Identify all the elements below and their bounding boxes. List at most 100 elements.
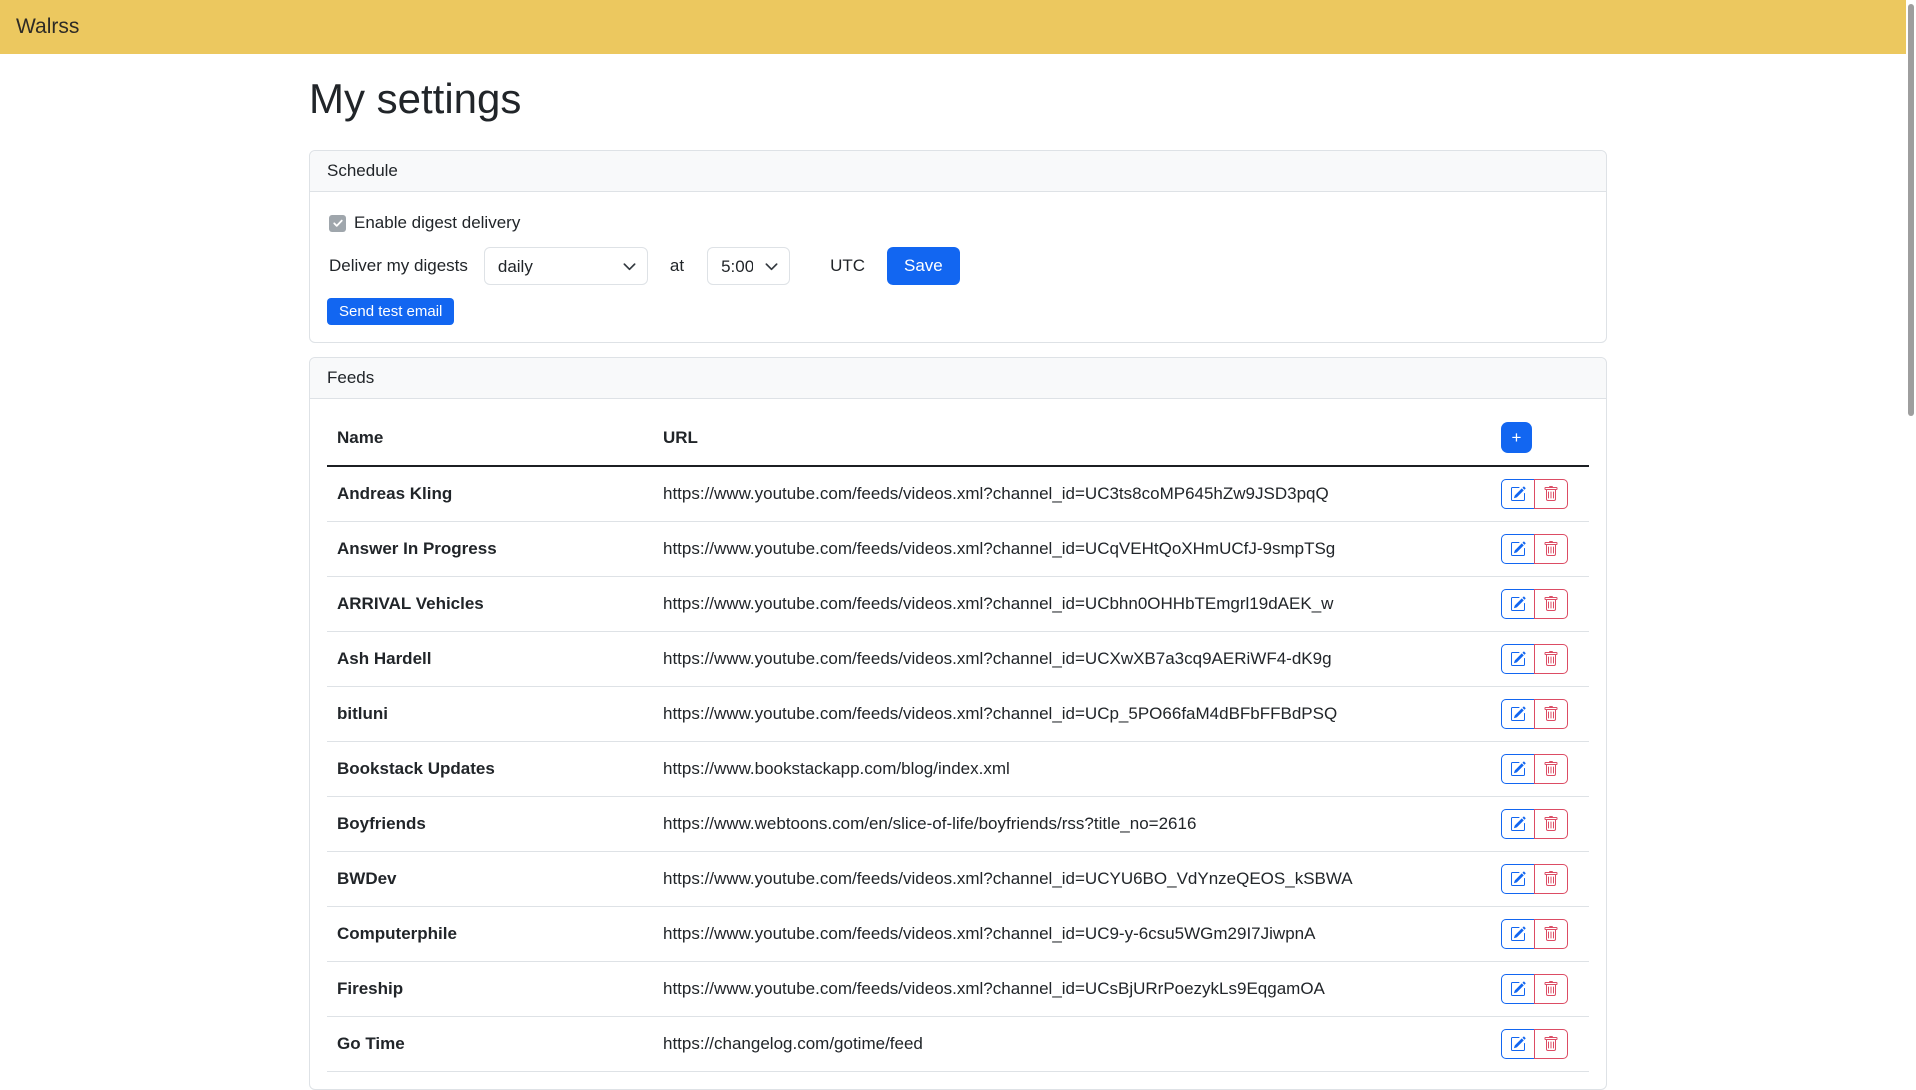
feed-url: https://www.bookstackapp.com/blog/index.… bbox=[653, 742, 1491, 797]
feed-row: Ash Hardell https://www.youtube.com/feed… bbox=[327, 632, 1589, 687]
at-label: at bbox=[670, 256, 684, 276]
trash-icon bbox=[1543, 541, 1559, 557]
feed-name: Bookstack Updates bbox=[327, 742, 653, 797]
feed-name: Boyfriends bbox=[327, 797, 653, 852]
feed-url: https://www.youtube.com/feeds/videos.xml… bbox=[653, 632, 1491, 687]
feed-name: Andreas Kling bbox=[327, 466, 653, 522]
trash-icon bbox=[1543, 926, 1559, 942]
edit-feed-button[interactable] bbox=[1501, 644, 1535, 674]
frequency-select-wrap: daily bbox=[484, 247, 648, 285]
feed-row-actions bbox=[1501, 864, 1579, 894]
pencil-square-icon bbox=[1510, 1036, 1526, 1052]
delete-feed-button[interactable] bbox=[1534, 644, 1568, 674]
pencil-square-icon bbox=[1510, 486, 1526, 502]
delete-feed-button[interactable] bbox=[1534, 809, 1568, 839]
edit-feed-button[interactable] bbox=[1501, 534, 1535, 564]
delete-feed-button[interactable] bbox=[1534, 699, 1568, 729]
feed-row: bitluni https://www.youtube.com/feeds/vi… bbox=[327, 687, 1589, 742]
trash-icon bbox=[1543, 1036, 1559, 1052]
delete-feed-button[interactable] bbox=[1534, 534, 1568, 564]
pencil-square-icon bbox=[1510, 761, 1526, 777]
check-icon bbox=[332, 217, 344, 229]
delete-feed-button[interactable] bbox=[1534, 974, 1568, 1004]
enable-digest-label[interactable]: Enable digest delivery bbox=[354, 213, 520, 233]
feed-url: https://www.youtube.com/feeds/videos.xml… bbox=[653, 962, 1491, 1017]
feed-name: Computerphile bbox=[327, 907, 653, 962]
feed-row: Go Time https://changelog.com/gotime/fee… bbox=[327, 1017, 1589, 1072]
feed-row: Boyfriends https://www.webtoons.com/en/s… bbox=[327, 797, 1589, 852]
feed-row-actions bbox=[1501, 1029, 1579, 1059]
trash-icon bbox=[1543, 871, 1559, 887]
feeds-table-body: Andreas Kling https://www.youtube.com/fe… bbox=[327, 466, 1589, 1072]
enable-digest-row: Enable digest delivery bbox=[329, 213, 1589, 233]
feed-url: https://www.youtube.com/feeds/videos.xml… bbox=[653, 852, 1491, 907]
trash-icon bbox=[1543, 651, 1559, 667]
delete-feed-button[interactable] bbox=[1534, 864, 1568, 894]
pencil-square-icon bbox=[1510, 871, 1526, 887]
feed-row-actions bbox=[1501, 699, 1579, 729]
feed-url: https://www.youtube.com/feeds/videos.xml… bbox=[653, 687, 1491, 742]
edit-feed-button[interactable] bbox=[1501, 974, 1535, 1004]
schedule-card-header: Schedule bbox=[310, 151, 1606, 192]
feeds-table: Name URL + Andreas Kling https://www.you… bbox=[327, 416, 1589, 1072]
feed-url: https://changelog.com/gotime/feed bbox=[653, 1017, 1491, 1072]
delete-feed-button[interactable] bbox=[1534, 1029, 1568, 1059]
trash-icon bbox=[1543, 981, 1559, 997]
edit-feed-button[interactable] bbox=[1501, 919, 1535, 949]
delete-feed-button[interactable] bbox=[1534, 754, 1568, 784]
time-select[interactable]: 5:00 bbox=[707, 247, 790, 285]
edit-feed-button[interactable] bbox=[1501, 589, 1535, 619]
edit-feed-button[interactable] bbox=[1501, 864, 1535, 894]
feed-url: https://www.youtube.com/feeds/videos.xml… bbox=[653, 577, 1491, 632]
delete-feed-button[interactable] bbox=[1534, 479, 1568, 509]
feed-name: BWDev bbox=[327, 852, 653, 907]
feed-row: Andreas Kling https://www.youtube.com/fe… bbox=[327, 466, 1589, 522]
feed-row-actions bbox=[1501, 644, 1579, 674]
pencil-square-icon bbox=[1510, 706, 1526, 722]
feed-name: Fireship bbox=[327, 962, 653, 1017]
delete-feed-button[interactable] bbox=[1534, 589, 1568, 619]
edit-feed-button[interactable] bbox=[1501, 1029, 1535, 1059]
feed-row: Fireship https://www.youtube.com/feeds/v… bbox=[327, 962, 1589, 1017]
deliver-label: Deliver my digests bbox=[329, 256, 468, 276]
edit-feed-button[interactable] bbox=[1501, 809, 1535, 839]
app-brand[interactable]: Walrss bbox=[16, 15, 79, 39]
top-navbar: Walrss bbox=[0, 0, 1916, 54]
pencil-square-icon bbox=[1510, 541, 1526, 557]
edit-feed-button[interactable] bbox=[1501, 699, 1535, 729]
save-button[interactable]: Save bbox=[887, 247, 960, 285]
column-header-actions: + bbox=[1491, 416, 1589, 466]
feed-name: Ash Hardell bbox=[327, 632, 653, 687]
feeds-card-body: Name URL + Andreas Kling https://www.you… bbox=[310, 399, 1606, 1089]
feed-name: Answer In Progress bbox=[327, 522, 653, 577]
scrollbar-thumb[interactable] bbox=[1908, 4, 1914, 416]
feed-row: BWDev https://www.youtube.com/feeds/vide… bbox=[327, 852, 1589, 907]
frequency-select[interactable]: daily bbox=[484, 247, 648, 285]
time-select-wrap: 5:00 bbox=[707, 247, 790, 285]
column-header-name: Name bbox=[327, 416, 653, 466]
add-feed-button[interactable]: + bbox=[1501, 422, 1532, 453]
feed-row: Computerphile https://www.youtube.com/fe… bbox=[327, 907, 1589, 962]
enable-digest-checkbox[interactable] bbox=[329, 215, 346, 232]
settings-page: My settings Schedule Enable digest deliv… bbox=[309, 74, 1607, 1090]
delete-feed-button[interactable] bbox=[1534, 919, 1568, 949]
feeds-card-header: Feeds bbox=[310, 358, 1606, 399]
page-title: My settings bbox=[309, 74, 1607, 124]
feed-name: ARRIVAL Vehicles bbox=[327, 577, 653, 632]
edit-feed-button[interactable] bbox=[1501, 754, 1535, 784]
edit-feed-button[interactable] bbox=[1501, 479, 1535, 509]
send-test-email-button[interactable]: Send test email bbox=[327, 298, 454, 325]
feed-url: https://www.youtube.com/feeds/videos.xml… bbox=[653, 522, 1491, 577]
feed-name: Go Time bbox=[327, 1017, 653, 1072]
feeds-card: Feeds Name URL + Andreas Kling https://w… bbox=[309, 357, 1607, 1090]
schedule-card: Schedule Enable digest delivery Deliver … bbox=[309, 150, 1607, 343]
pencil-square-icon bbox=[1510, 651, 1526, 667]
pencil-square-icon bbox=[1510, 926, 1526, 942]
trash-icon bbox=[1543, 761, 1559, 777]
timezone-label: UTC bbox=[830, 256, 865, 276]
feed-url: https://www.youtube.com/feeds/videos.xml… bbox=[653, 466, 1491, 522]
feed-row: ARRIVAL Vehicles https://www.youtube.com… bbox=[327, 577, 1589, 632]
feed-row-actions bbox=[1501, 809, 1579, 839]
feed-row-actions bbox=[1501, 754, 1579, 784]
feed-url: https://www.webtoons.com/en/slice-of-lif… bbox=[653, 797, 1491, 852]
